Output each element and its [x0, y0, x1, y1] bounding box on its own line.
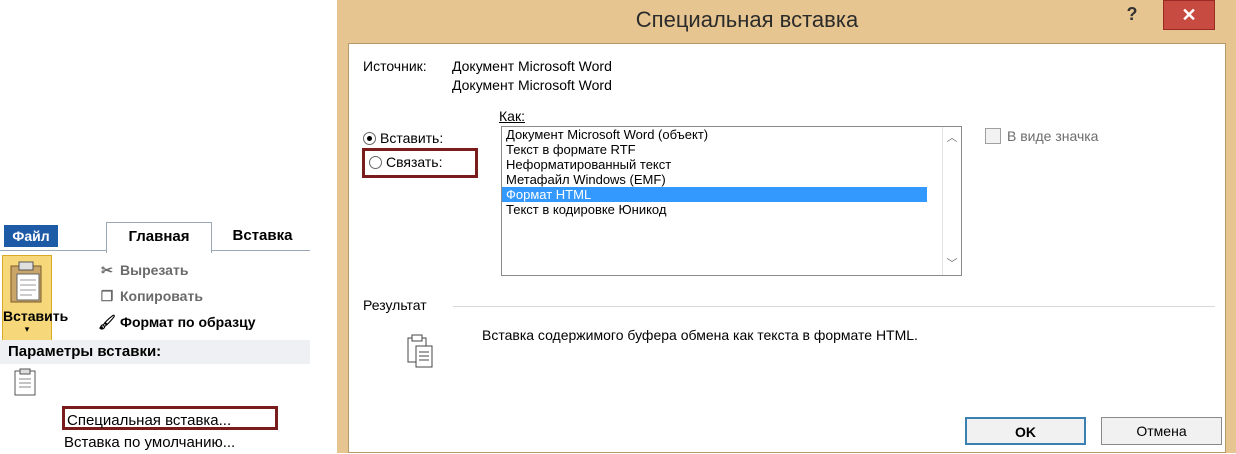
- tab-home[interactable]: Главная: [106, 222, 212, 253]
- tab-insert[interactable]: Вставка: [215, 222, 310, 250]
- radio-link-label: Связать:: [386, 154, 443, 170]
- dialog-title: Специальная вставка: [635, 7, 859, 32]
- list-item[interactable]: Текст в формате RTF: [502, 142, 927, 157]
- copy-label: Копировать: [120, 288, 203, 304]
- source-label: Источник:: [363, 58, 427, 74]
- display-as-icon-checkbox[interactable]: В виде значка: [985, 128, 1098, 144]
- checkbox-icon[interactable]: [985, 128, 1001, 144]
- result-divider: [453, 306, 1215, 307]
- chevron-down-icon[interactable]: ﹀: [943, 255, 961, 273]
- format-painter-button[interactable]: 🖌 Формат по образцу: [98, 311, 256, 333]
- list-item[interactable]: Неформатированный текст: [502, 157, 927, 172]
- source-value: Документ Microsoft Word: [452, 58, 612, 74]
- list-item[interactable]: Текст в кодировке Юникод: [502, 202, 927, 217]
- radio-link[interactable]: Связать:: [369, 152, 442, 172]
- menu-item-set-default-paste[interactable]: Вставка по умолчанию...: [64, 432, 235, 454]
- copy-icon: ❐: [100, 288, 114, 304]
- cut-button[interactable]: ✂ Вырезать: [98, 259, 188, 281]
- paste-keep-source-icon[interactable]: [14, 368, 38, 396]
- cut-label: Вырезать: [120, 262, 189, 278]
- dialog-title-bar[interactable]: Специальная вставка ? ✕: [337, 0, 1236, 40]
- list-item[interactable]: Метафайл Windows (EMF): [502, 172, 927, 187]
- result-description: Вставка содержимого буфера обмена как те…: [482, 327, 918, 343]
- list-item[interactable]: Документ Microsoft Word (объект): [502, 127, 927, 142]
- ribbon-panel: Файл Главная Вставка Вставить ▾ ✂ Вырезат…: [0, 222, 310, 453]
- clipboard-icon: [10, 261, 42, 303]
- list-scrollbar[interactable]: ︿ ﹀: [942, 127, 961, 275]
- list-item[interactable]: Формат HTML: [502, 187, 927, 202]
- clipboard-result-icon: [407, 334, 433, 373]
- ok-button[interactable]: OK: [965, 417, 1086, 445]
- dialog-body: Источник: Документ Microsoft Word Докуме…: [348, 43, 1226, 453]
- paste-options-title: Параметры вставки:: [0, 340, 310, 364]
- format-listbox[interactable]: Документ Microsoft Word (объект) Текст в …: [501, 126, 962, 276]
- paste-button[interactable]: Вставить ▾: [2, 255, 69, 341]
- chevron-down-icon[interactable]: ▾: [3, 324, 51, 335]
- close-button[interactable]: ✕: [1163, 0, 1215, 30]
- scissors-icon: ✂: [101, 262, 113, 278]
- display-as-icon-label: В виде значка: [1007, 128, 1099, 144]
- radio-paste-label: Вставить:: [380, 130, 444, 146]
- brush-icon: 🖌: [98, 314, 116, 330]
- result-label: Результат: [363, 297, 427, 313]
- clipboard-group: Вставить ▾ ✂ Вырезать ❐ Копировать 🖌 Формат…: [0, 250, 310, 341]
- ribbon-tabs: Файл Главная Вставка: [0, 222, 310, 253]
- menu-item-paste-special[interactable]: Специальная вставка...: [62, 406, 278, 430]
- cancel-button[interactable]: Отмена: [1101, 417, 1222, 445]
- paste-button-label: Вставить: [3, 308, 69, 324]
- paste-special-dialog: Специальная вставка ? ✕ Источник: Докуме…: [337, 0, 1236, 453]
- radio-selected-icon[interactable]: [363, 132, 376, 145]
- help-button[interactable]: ?: [1117, 2, 1147, 28]
- source-value-secondary: Документ Microsoft Word: [452, 77, 612, 93]
- tab-file[interactable]: Файл: [4, 225, 58, 247]
- radio-unselected-icon[interactable]: [369, 156, 382, 169]
- chevron-up-icon[interactable]: ︿: [943, 129, 961, 147]
- as-label: Как:: [499, 108, 525, 124]
- format-painter-label: Формат по образцу: [120, 314, 256, 330]
- radio-paste[interactable]: Вставить:: [363, 128, 443, 148]
- copy-button[interactable]: ❐ Копировать: [98, 285, 203, 307]
- format-list: Документ Microsoft Word (объект) Текст в …: [502, 127, 961, 217]
